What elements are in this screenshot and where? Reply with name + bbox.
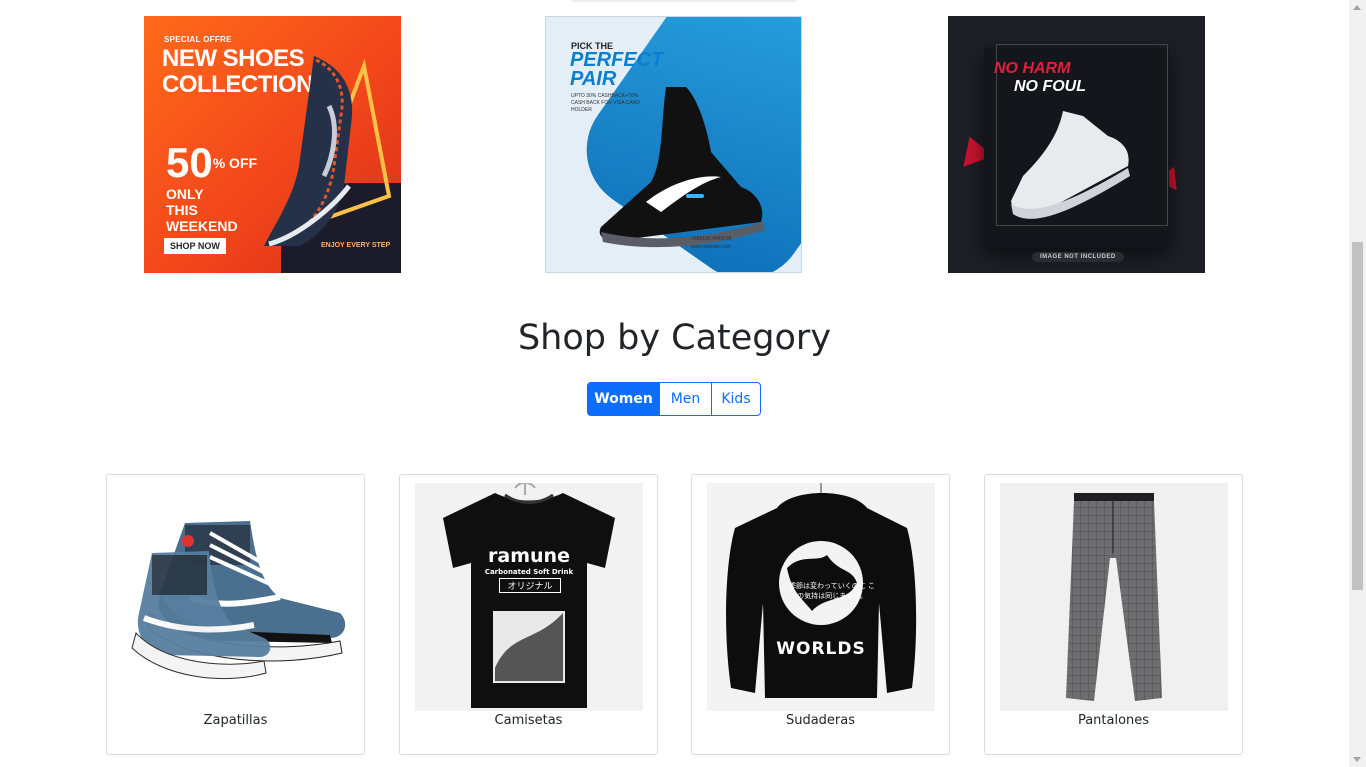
tshirt-print-japanese: オリジナル	[499, 578, 561, 593]
scrollbar-thumb[interactable]	[1352, 242, 1363, 590]
tshirt-image: ramune Carbonated Soft Drink オリジナル	[415, 483, 643, 711]
smart-sneaker-icon	[599, 87, 765, 248]
category-label: Camisetas	[494, 713, 563, 728]
scroll-down-icon[interactable]	[1353, 757, 1361, 762]
carousel-top-edge	[571, 0, 797, 3]
scroll-up-icon[interactable]	[1353, 5, 1361, 10]
running-shoe-icon	[264, 56, 392, 246]
sneaker-image	[122, 483, 350, 711]
hoodie-print-japanese: 季節は変わっていくのに この気持は同じままだ。	[789, 582, 875, 600]
banner-title-line-2: NO FOUL	[1014, 78, 1086, 95]
category-card-sudaderas[interactable]: 季節は変わっていくのに この気持は同じままだ。 WORLDS Sudaderas	[691, 474, 950, 755]
category-card-zapatillas[interactable]: Zapatillas	[106, 474, 365, 755]
tab-women[interactable]: Women	[587, 382, 660, 416]
tshirt-print-title: ramune	[488, 545, 570, 567]
tab-men[interactable]: Men	[659, 382, 712, 416]
category-label: Zapatillas	[203, 713, 268, 728]
page-scrollbar[interactable]	[1349, 0, 1366, 767]
banner-title-line-1: NO HARM	[994, 60, 1071, 77]
banner-disclaimer: IMAGE NOT INCLUDED	[1032, 252, 1124, 262]
hoodie-image: 季節は変わっていくのに この気持は同じままだ。 WORLDS	[707, 483, 935, 711]
banner-subtitle: ONLY THIS WEEKEND	[166, 186, 238, 234]
promo-banner-no-harm[interactable]: NO HARM NO FOUL IMAGE NOT INCLUDED	[948, 16, 1205, 273]
discount-percent: 50% OFF	[166, 139, 258, 186]
promo-banner-new-shoes[interactable]: SPECIAL OFFRE NEW SHOES COLLECTION 50% O…	[144, 16, 401, 273]
section-title: Shop by Category	[517, 318, 832, 358]
banner-footer-text: ENJOY EVERY STEP	[321, 242, 391, 249]
tab-kids[interactable]: Kids	[711, 382, 761, 416]
tshirt-print-subtitle: Carbonated Soft Drink	[484, 568, 574, 576]
category-label: Sudaderas	[785, 713, 856, 728]
white-sneaker-icon	[1011, 111, 1130, 219]
category-card-camisetas[interactable]: ramune Carbonated Soft Drink オリジナル Camis…	[399, 474, 658, 755]
shop-now-button[interactable]: SHOP NOW	[164, 238, 226, 254]
banner-contact: +880195 4949795 www.website.com	[691, 236, 732, 250]
category-filter-tabs: Women Men Kids	[587, 382, 761, 416]
category-label: Pantalones	[1077, 713, 1150, 728]
hoodie-print-word: WORLDS	[776, 639, 866, 659]
trousers-image	[1000, 483, 1228, 711]
category-card-pantalones[interactable]: Pantalones	[984, 474, 1243, 755]
banner-kicker: SPECIAL OFFRE	[164, 35, 232, 44]
promo-banner-perfect-pair[interactable]: PICK THE PERFECT PAIR UPTO 30% CASHBACK+…	[545, 16, 802, 273]
